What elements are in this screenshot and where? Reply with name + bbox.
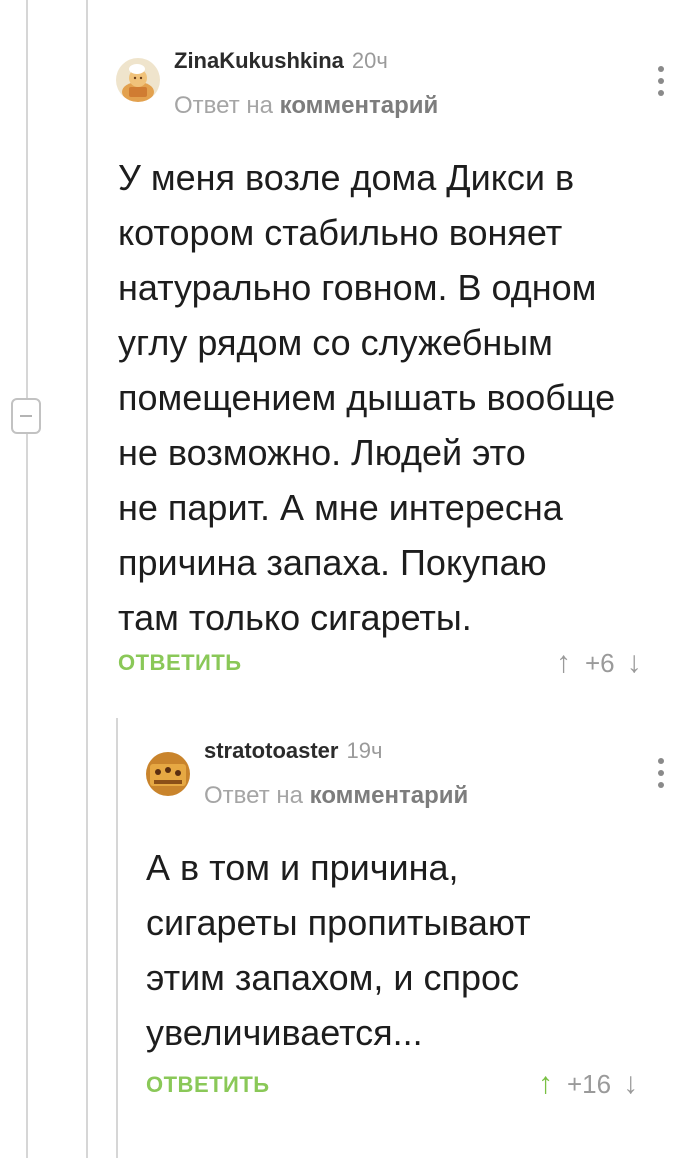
comment-body-line: У меня возле дома Дикси в: [118, 157, 575, 198]
comment-stratotoaster: stratotoaster 19ч Ответ на комментарий А …: [0, 700, 700, 1158]
reply-button[interactable]: ОТВЕТИТЬ: [118, 650, 242, 676]
more-options-icon[interactable]: [656, 66, 666, 98]
rating-controls: ↑ +6 ↓: [556, 645, 642, 681]
username-text[interactable]: ZinaKukushkina: [174, 48, 344, 73]
arrow-up-icon[interactable]: ↑: [538, 1069, 553, 1099]
comment-zinakukushkina: ZinaKukushkina 20ч Ответ на комментарий У…: [0, 0, 700, 700]
username-text[interactable]: stratotoaster: [204, 738, 338, 763]
username[interactable]: ZinaKukushkina 20ч: [174, 48, 388, 74]
comment-body-line: помещением дышать вообще: [118, 377, 616, 418]
comment-body-line: А в том и причина,: [146, 847, 459, 888]
comment-body-line: этим запахом, и спрос: [146, 957, 519, 998]
rating-score: +16: [567, 1068, 612, 1099]
reply-to-link[interactable]: комментарий: [280, 92, 439, 119]
reply-to-prefix: Ответ на: [174, 92, 273, 119]
reply-to-prefix: Ответ на: [204, 782, 303, 809]
comment-body-line: там только сигареты.: [118, 597, 472, 638]
arrow-down-icon[interactable]: ↓: [623, 1069, 638, 1099]
comment-time: 19ч: [346, 738, 383, 763]
reply-to-line: Ответ на комментарий: [174, 92, 438, 120]
reply-to-link[interactable]: комментарий: [310, 782, 469, 809]
arrow-down-icon[interactable]: ↓: [627, 648, 642, 678]
comment-body-line: не парит. А мне интересна: [118, 487, 563, 528]
more-options-icon[interactable]: [656, 758, 666, 790]
username[interactable]: stratotoaster 19ч: [204, 738, 382, 764]
rating-score: +6: [585, 647, 615, 678]
arrow-up-icon[interactable]: ↑: [556, 648, 571, 678]
reply-button[interactable]: ОТВЕТИТЬ: [146, 1072, 270, 1098]
comment-body-line: котором стабильно воняет: [118, 212, 563, 253]
avatar[interactable]: [116, 58, 160, 102]
comment-body: А в том и причина, сигареты пропитывают …: [146, 840, 531, 1060]
comment-body: У меня возле дома Дикси в котором стабил…: [118, 150, 615, 645]
comment-body-line: причина запаха. Покупаю: [118, 542, 547, 583]
comment-body-line: углу рядом со служебным: [118, 322, 553, 363]
rating-controls: ↑ +16 ↓: [538, 1066, 638, 1102]
reply-to-line: Ответ на комментарий: [204, 782, 468, 810]
avatar[interactable]: [146, 752, 190, 796]
comment-time: 20ч: [351, 48, 388, 73]
comment-body-line: сигареты пропитывают: [146, 902, 531, 943]
comment-body-line: увеличивается...: [146, 1012, 423, 1053]
comment-body-line: не возможно. Людей это: [118, 432, 526, 473]
comment-body-line: натурально говном. В одном: [118, 267, 597, 308]
